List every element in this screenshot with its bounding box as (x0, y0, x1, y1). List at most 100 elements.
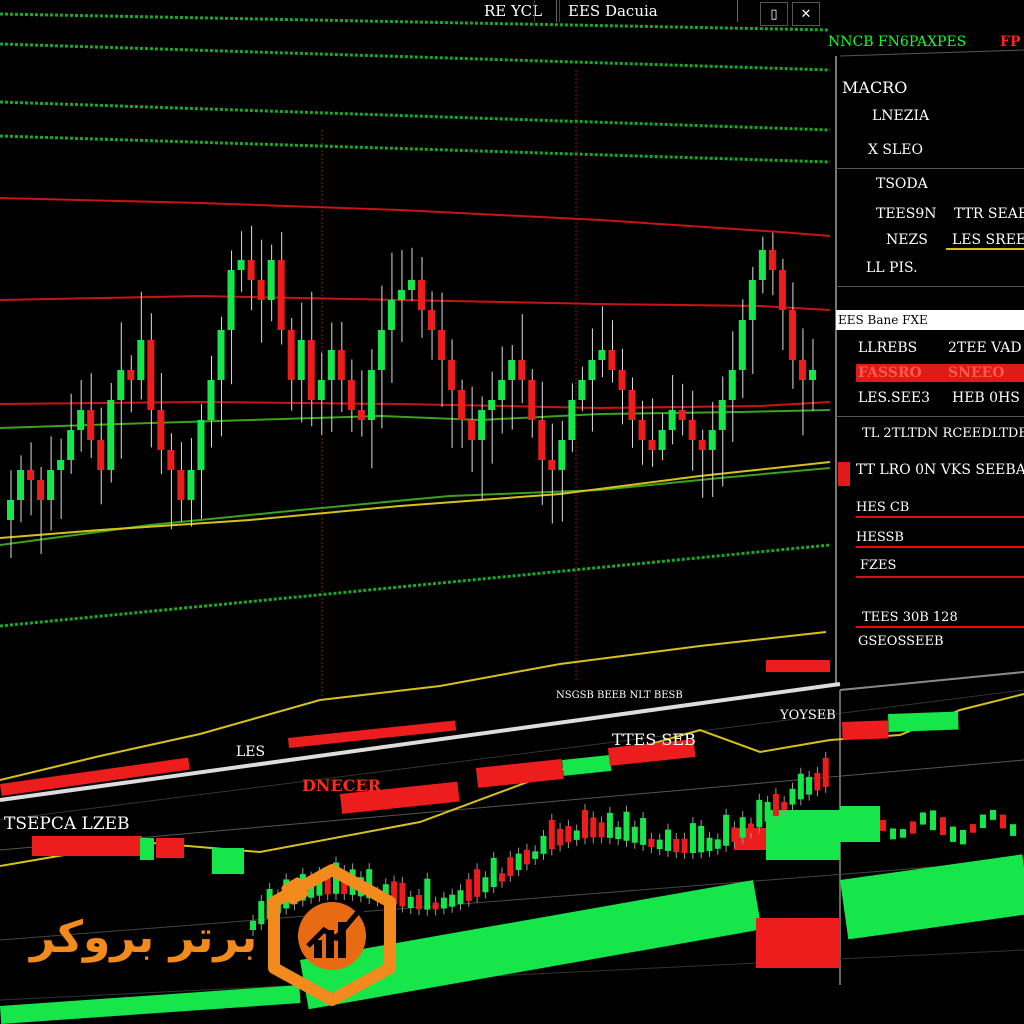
brand-logo-icon (268, 864, 396, 1006)
candle-body (698, 440, 706, 450)
lower-candle-body (789, 788, 796, 805)
lower-candle-body (920, 812, 926, 825)
market-watch-panel: MACRO LNEZIA X SLEO TSODA TEES9N TTR SEA… (836, 60, 1024, 680)
minimize-icon[interactable]: ▯ (760, 2, 788, 26)
quote-symbol: FASSRO (858, 365, 922, 381)
lower-candle-body (424, 878, 431, 910)
candle-body (347, 380, 355, 410)
lower-candle-body (598, 822, 605, 838)
candle-body (518, 360, 526, 380)
lower-candle-body (573, 830, 580, 840)
candle-body (267, 260, 275, 300)
lower-candle-body (980, 814, 986, 829)
lower-candle-body (515, 853, 522, 871)
lower-candle-body (548, 819, 555, 850)
candle-body (17, 470, 25, 500)
status-line-text: TL 2TLTDN RCEEDLTDEN (862, 426, 1024, 441)
candle-body (327, 350, 335, 380)
flag-tab[interactable]: FP (1000, 34, 1020, 50)
candle-body (107, 400, 115, 470)
lower-candle-body (523, 849, 530, 865)
lower-candle-body (731, 827, 738, 843)
grid-dash-row (0, 134, 831, 164)
indicator-bar (156, 838, 184, 858)
candle-body (538, 420, 546, 460)
candle-body (598, 350, 606, 360)
quote-symbol: LES.SEE3 (858, 390, 930, 406)
candle-body (57, 460, 65, 470)
grid-dash-row (0, 42, 831, 72)
list-item-label: HES CB (856, 500, 910, 515)
grid-dash-row (0, 543, 831, 628)
lower-candle-body (910, 821, 916, 834)
candle-body (468, 420, 476, 440)
candle-body (7, 500, 15, 520)
lower-candle-body (673, 839, 680, 853)
grid-dashes (0, 12, 831, 700)
indicator-label-red: DNECER (302, 776, 381, 795)
candle-body (548, 460, 556, 470)
candle-body (367, 370, 375, 420)
title-tab-main[interactable] (556, 0, 738, 22)
candle-body (87, 410, 95, 440)
symbol-tab[interactable]: NNCB FN6PAXPES (828, 34, 966, 50)
indicator-bar (766, 810, 840, 860)
candle-body (337, 350, 345, 380)
candle-body (708, 430, 716, 450)
candle-body (237, 260, 245, 270)
lower-candle-body (507, 857, 514, 876)
lower-candle-body (1010, 824, 1016, 836)
lower-candle-body (698, 825, 705, 853)
lower-candle-body (748, 823, 754, 833)
lower-candle-body (474, 869, 481, 897)
lower-candle-body (532, 851, 539, 859)
ma-line-red-mid (0, 294, 831, 311)
candle-body (638, 420, 646, 440)
candle-body (227, 270, 235, 330)
lower-candle-body (681, 838, 688, 853)
lower-candle-body (990, 810, 996, 820)
indicator-label: LES (236, 744, 266, 760)
lower-candle-body (499, 873, 505, 882)
ma-line-green-slow (0, 467, 831, 546)
panel-row-label: TEES9N (876, 206, 937, 222)
close-icon[interactable]: ✕ (792, 2, 820, 26)
lower-candle-body (723, 814, 730, 846)
title-bar: RE YCL EES Dacuia ▯ ✕ (0, 0, 1024, 26)
indicator-bar (756, 918, 840, 968)
candle-body (277, 260, 285, 330)
candle-body (648, 440, 656, 450)
lower-candle-body (960, 829, 966, 845)
candle-body (758, 250, 766, 280)
candle-body (247, 260, 255, 280)
lower-candle-body (764, 802, 771, 822)
status-marker (838, 462, 850, 486)
candle-body (688, 420, 696, 440)
candle-body (558, 440, 566, 470)
lower-candle-body (540, 835, 547, 854)
grid-dash-row (0, 100, 831, 132)
candle-body (187, 470, 195, 500)
candle-body (67, 430, 75, 460)
indicator-label: YOYSEB (780, 708, 836, 723)
indicator-bar (32, 836, 142, 856)
brand-watermark: برتر بروکر (30, 860, 410, 1010)
quote-value: 2TEE VAD (948, 340, 1022, 356)
candle-body (287, 330, 295, 380)
ma-line-yellow-long (0, 631, 827, 781)
lower-candle-body (970, 824, 976, 833)
lower-candle-body (900, 829, 906, 838)
lower-candle-body (781, 801, 788, 811)
ma-line-red-low (0, 400, 831, 410)
ma-line-red-top (0, 197, 831, 237)
candle-body (738, 320, 746, 370)
candle-body (568, 400, 576, 440)
indicator-bar (840, 854, 1024, 940)
candle-body (438, 330, 446, 360)
lower-candle-body (432, 902, 439, 910)
lower-candle-body (482, 877, 489, 893)
quote-value: SNEEO (948, 365, 1005, 381)
lower-candle-body (890, 828, 896, 840)
candle-body (127, 370, 135, 380)
candle-body (718, 400, 726, 430)
